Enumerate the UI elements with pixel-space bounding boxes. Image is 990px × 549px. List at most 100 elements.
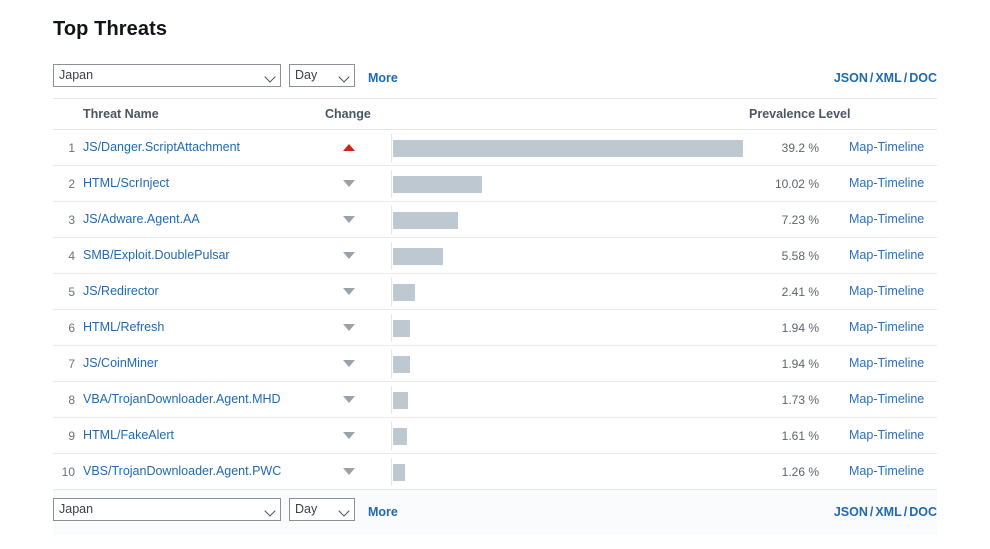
prevalence-bar-zone <box>391 418 747 454</box>
more-link-top[interactable]: More <box>368 71 398 85</box>
page-title: Top Threats <box>53 18 168 40</box>
bar-axis-tick <box>391 134 392 162</box>
country-select-bottom[interactable]: Japan <box>53 498 281 521</box>
change-indicator-down-icon <box>341 252 357 262</box>
map-timeline-link[interactable]: Map-Timeline <box>849 428 924 442</box>
map-timeline-link[interactable]: Map-Timeline <box>849 176 924 190</box>
row-rank: 1 <box>68 141 75 155</box>
prevalence-percent: 1.94 % <box>781 321 819 335</box>
threat-name-link[interactable]: JS/CoinMiner <box>83 356 158 370</box>
change-indicator-up-icon <box>341 144 357 154</box>
bar-axis-tick <box>391 458 392 486</box>
export-json-bottom[interactable]: JSON <box>834 505 868 519</box>
export-json-top[interactable]: JSON <box>834 71 868 85</box>
bar-axis-tick <box>391 314 392 342</box>
export-xml-top[interactable]: XML <box>875 71 901 85</box>
table-row: 7 JS/CoinMiner 1.94 % Map-Timeline <box>53 346 937 382</box>
change-indicator-down-icon <box>341 360 357 370</box>
prevalence-bar <box>393 140 743 157</box>
prevalence-bar-zone <box>391 382 747 418</box>
change-indicator-down-icon <box>341 180 357 190</box>
prevalence-bar-zone <box>391 202 747 238</box>
bar-axis-tick <box>391 386 392 414</box>
country-select-wrapper[interactable]: Japan <box>53 64 281 92</box>
export-links-bottom: JSON / XML / DOC <box>834 505 937 519</box>
prevalence-bar <box>393 248 443 265</box>
row-rank: 8 <box>68 393 75 407</box>
period-select-wrapper-bottom[interactable]: Day <box>289 498 355 526</box>
prevalence-bar <box>393 392 409 409</box>
row-rank: 5 <box>68 285 75 299</box>
change-indicator-down-icon <box>341 432 357 442</box>
prevalence-bar-zone <box>391 310 747 346</box>
period-select-wrapper[interactable]: Day <box>289 64 355 92</box>
threat-name-link[interactable]: VBA/TrojanDownloader.Agent.MHD <box>83 392 281 406</box>
prevalence-percent: 1.61 % <box>781 429 819 443</box>
row-rank: 6 <box>68 321 75 335</box>
top-threats-page: Top Threats Japan Day More JSON / XML / DOC … <box>0 0 990 549</box>
more-link-bottom[interactable]: More <box>368 505 398 519</box>
prevalence-bar <box>393 464 405 481</box>
prevalence-bar <box>393 428 408 445</box>
bar-axis-tick <box>391 242 392 270</box>
table-row: 3 JS/Adware.Agent.AA 7.23 % Map-Timeline <box>53 202 937 238</box>
column-header-prevalence-level: Prevalence Level <box>749 107 851 121</box>
table-row: 2 HTML/ScrInject 10.02 % Map-Timeline <box>53 166 937 202</box>
row-rank: 9 <box>68 429 75 443</box>
threat-name-link[interactable]: HTML/Refresh <box>83 320 164 334</box>
prevalence-percent: 10.02 % <box>774 177 819 191</box>
prevalence-bar-zone <box>391 130 747 166</box>
prevalence-bar <box>393 356 411 373</box>
threat-name-link[interactable]: VBS/TrojanDownloader.Agent.PWC <box>83 464 281 478</box>
bottom-filter-bar: Japan Day More JSON / XML / DOC <box>53 497 937 527</box>
prevalence-percent: 1.94 % <box>781 357 819 371</box>
map-timeline-link[interactable]: Map-Timeline <box>849 248 924 262</box>
row-rank: 2 <box>68 177 75 191</box>
prevalence-bar-zone <box>391 166 747 202</box>
period-select-bottom[interactable]: Day <box>289 498 355 521</box>
threat-name-link[interactable]: JS/Adware.Agent.AA <box>83 212 200 226</box>
map-timeline-link[interactable]: Map-Timeline <box>849 140 924 154</box>
export-doc-top[interactable]: DOC <box>909 71 937 85</box>
bar-axis-tick <box>391 422 392 450</box>
row-rank: 10 <box>61 465 75 479</box>
table-header-row: Threat Name Change Prevalence Level <box>53 98 937 130</box>
map-timeline-link[interactable]: Map-Timeline <box>849 356 924 370</box>
export-doc-bottom[interactable]: DOC <box>909 505 937 519</box>
table-row: 10 VBS/TrojanDownloader.Agent.PWC 1.26 % Ma… <box>53 454 937 490</box>
prevalence-bar-zone <box>391 346 747 382</box>
bar-axis-tick <box>391 206 392 234</box>
prevalence-bar <box>393 212 458 229</box>
table-body: 1 JS/Danger.ScriptAttachment 39.2 % Map-Tim… <box>53 130 937 490</box>
prevalence-percent: 7.23 % <box>781 213 819 227</box>
export-links-top: JSON / XML / DOC <box>834 71 937 85</box>
map-timeline-link[interactable]: Map-Timeline <box>849 464 924 478</box>
prevalence-percent: 1.26 % <box>781 465 819 479</box>
table-row: 6 HTML/Refresh 1.94 % Map-Timeline <box>53 310 937 346</box>
map-timeline-link[interactable]: Map-Timeline <box>849 212 924 226</box>
map-timeline-link[interactable]: Map-Timeline <box>849 284 924 298</box>
threat-name-link[interactable]: HTML/FakeAlert <box>83 428 174 442</box>
country-select-top[interactable]: Japan <box>53 64 281 87</box>
prevalence-bar <box>393 320 411 337</box>
bar-axis-tick <box>391 350 392 378</box>
bar-axis-tick <box>391 170 392 198</box>
prevalence-bar-zone <box>391 274 747 310</box>
table-row: 8 VBA/TrojanDownloader.Agent.MHD 1.73 % Map… <box>53 382 937 418</box>
period-select-top[interactable]: Day <box>289 64 355 87</box>
threat-name-link[interactable]: SMB/Exploit.DoublePulsar <box>83 248 230 262</box>
export-xml-bottom[interactable]: XML <box>875 505 901 519</box>
prevalence-percent: 1.73 % <box>781 393 819 407</box>
map-timeline-link[interactable]: Map-Timeline <box>849 392 924 406</box>
map-timeline-link[interactable]: Map-Timeline <box>849 320 924 334</box>
prevalence-bar <box>393 284 415 301</box>
threat-name-link[interactable]: JS/Danger.ScriptAttachment <box>83 140 240 154</box>
row-rank: 3 <box>68 213 75 227</box>
table-row: 1 JS/Danger.ScriptAttachment 39.2 % Map-Tim… <box>53 130 937 166</box>
column-header-change: Change <box>325 107 371 121</box>
country-select-wrapper-bottom[interactable]: Japan <box>53 498 281 526</box>
threat-name-link[interactable]: HTML/ScrInject <box>83 176 169 190</box>
table-row: 9 HTML/FakeAlert 1.61 % Map-Timeline <box>53 418 937 454</box>
row-rank: 4 <box>68 249 75 263</box>
threat-name-link[interactable]: JS/Redirector <box>83 284 159 298</box>
